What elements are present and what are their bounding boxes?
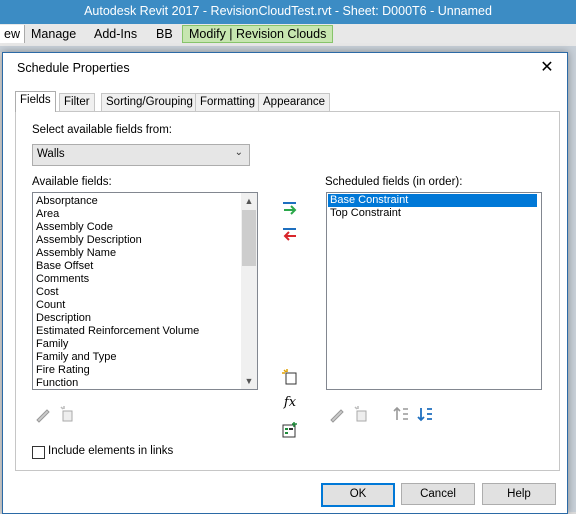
schedule-properties-dialog: Schedule Properties ✕ Fields Filter Sort… bbox=[2, 52, 568, 514]
delete-parameter-icon[interactable] bbox=[58, 405, 76, 423]
list-item[interactable]: Assembly Name bbox=[36, 247, 116, 260]
available-fields-label: Available fields: bbox=[32, 176, 112, 188]
available-fields-list[interactable]: Absorptance Area Assembly Code Assembly … bbox=[32, 192, 258, 390]
list-item[interactable]: Cost bbox=[36, 286, 59, 299]
edit-parameter-icon[interactable] bbox=[328, 405, 346, 423]
ribbon-tab-bar: ew Manage Add-Ins BB Modify | Revision C… bbox=[0, 24, 576, 63]
close-icon[interactable]: ✕ bbox=[537, 58, 557, 78]
ribbon-tab-bb[interactable]: BB bbox=[156, 27, 173, 41]
delete-parameter-icon[interactable] bbox=[352, 405, 370, 423]
scroll-down-icon[interactable]: ▼ bbox=[241, 373, 257, 389]
select-from-value: Walls bbox=[37, 148, 65, 160]
list-item[interactable]: Function bbox=[36, 377, 78, 389]
scrollbar-thumb[interactable] bbox=[242, 210, 256, 266]
list-item[interactable]: Assembly Description bbox=[36, 234, 142, 247]
ribbon-tab-view[interactable]: ew bbox=[0, 25, 25, 43]
tab-appearance[interactable]: Appearance bbox=[258, 93, 331, 111]
tab-fields[interactable]: Fields bbox=[15, 91, 56, 112]
ribbon-tab-manage[interactable]: Manage bbox=[31, 27, 76, 41]
ribbon-tab-modify-revision-clouds[interactable]: Modify | Revision Clouds bbox=[182, 25, 334, 43]
tab-formatting[interactable]: Formatting bbox=[195, 93, 260, 111]
help-button[interactable]: Help bbox=[482, 483, 556, 505]
new-parameter-icon[interactable] bbox=[281, 368, 299, 386]
list-item[interactable]: Fire Rating bbox=[36, 364, 90, 377]
remove-parameter-icon[interactable] bbox=[281, 224, 299, 242]
scroll-up-icon[interactable]: ▲ bbox=[241, 193, 257, 209]
list-item[interactable]: Count bbox=[36, 299, 65, 312]
list-item[interactable]: Description bbox=[36, 312, 91, 325]
tab-filter[interactable]: Filter bbox=[59, 93, 95, 111]
list-item[interactable]: Base Constraint bbox=[330, 194, 408, 207]
list-item[interactable]: Assembly Code bbox=[36, 221, 113, 234]
move-down-icon[interactable] bbox=[416, 405, 434, 423]
select-from-label: Select available fields from: bbox=[32, 124, 172, 136]
list-item[interactable]: Family and Type bbox=[36, 351, 117, 364]
app-title-bar: Autodesk Revit 2017 - RevisionCloudTest.… bbox=[0, 0, 576, 24]
include-links-label: Include elements in links bbox=[48, 445, 174, 457]
app-title: Autodesk Revit 2017 - RevisionCloudTest.… bbox=[84, 4, 492, 18]
scheduled-fields-label: Scheduled fields (in order): bbox=[325, 176, 463, 188]
ribbon-tab-add-ins[interactable]: Add-Ins bbox=[94, 27, 137, 41]
list-item[interactable]: Area bbox=[36, 208, 59, 221]
move-up-icon[interactable] bbox=[392, 405, 410, 423]
fields-tab-panel: Select available fields from: Walls ⌄ Av… bbox=[15, 111, 560, 471]
list-item[interactable]: Comments bbox=[36, 273, 89, 286]
list-item[interactable]: Base Offset bbox=[36, 260, 93, 273]
cancel-button[interactable]: Cancel bbox=[401, 483, 475, 505]
include-links-checkbox[interactable] bbox=[32, 446, 45, 459]
chevron-down-icon: ⌄ bbox=[234, 147, 243, 158]
list-item[interactable]: Family bbox=[36, 338, 68, 351]
list-item[interactable]: Estimated Reinforcement Volume bbox=[36, 325, 199, 338]
list-item[interactable]: Top Constraint bbox=[330, 207, 401, 220]
select-from-dropdown[interactable]: Walls ⌄ bbox=[32, 144, 250, 166]
edit-parameter-icon[interactable] bbox=[34, 405, 52, 423]
available-fields-scrollbar[interactable]: ▲ ▼ bbox=[241, 193, 257, 389]
add-parameter-icon[interactable] bbox=[281, 198, 299, 216]
formula-icon[interactable]: 𝑓x bbox=[281, 394, 299, 412]
ok-button[interactable]: OK bbox=[321, 483, 395, 507]
scheduled-fields-list[interactable]: Base Constraint Top Constraint bbox=[326, 192, 542, 390]
dialog-title: Schedule Properties bbox=[17, 61, 130, 75]
combine-parameters-icon[interactable] bbox=[281, 421, 299, 439]
tab-sorting-grouping[interactable]: Sorting/Grouping bbox=[101, 93, 198, 111]
list-item[interactable]: Absorptance bbox=[36, 195, 98, 208]
